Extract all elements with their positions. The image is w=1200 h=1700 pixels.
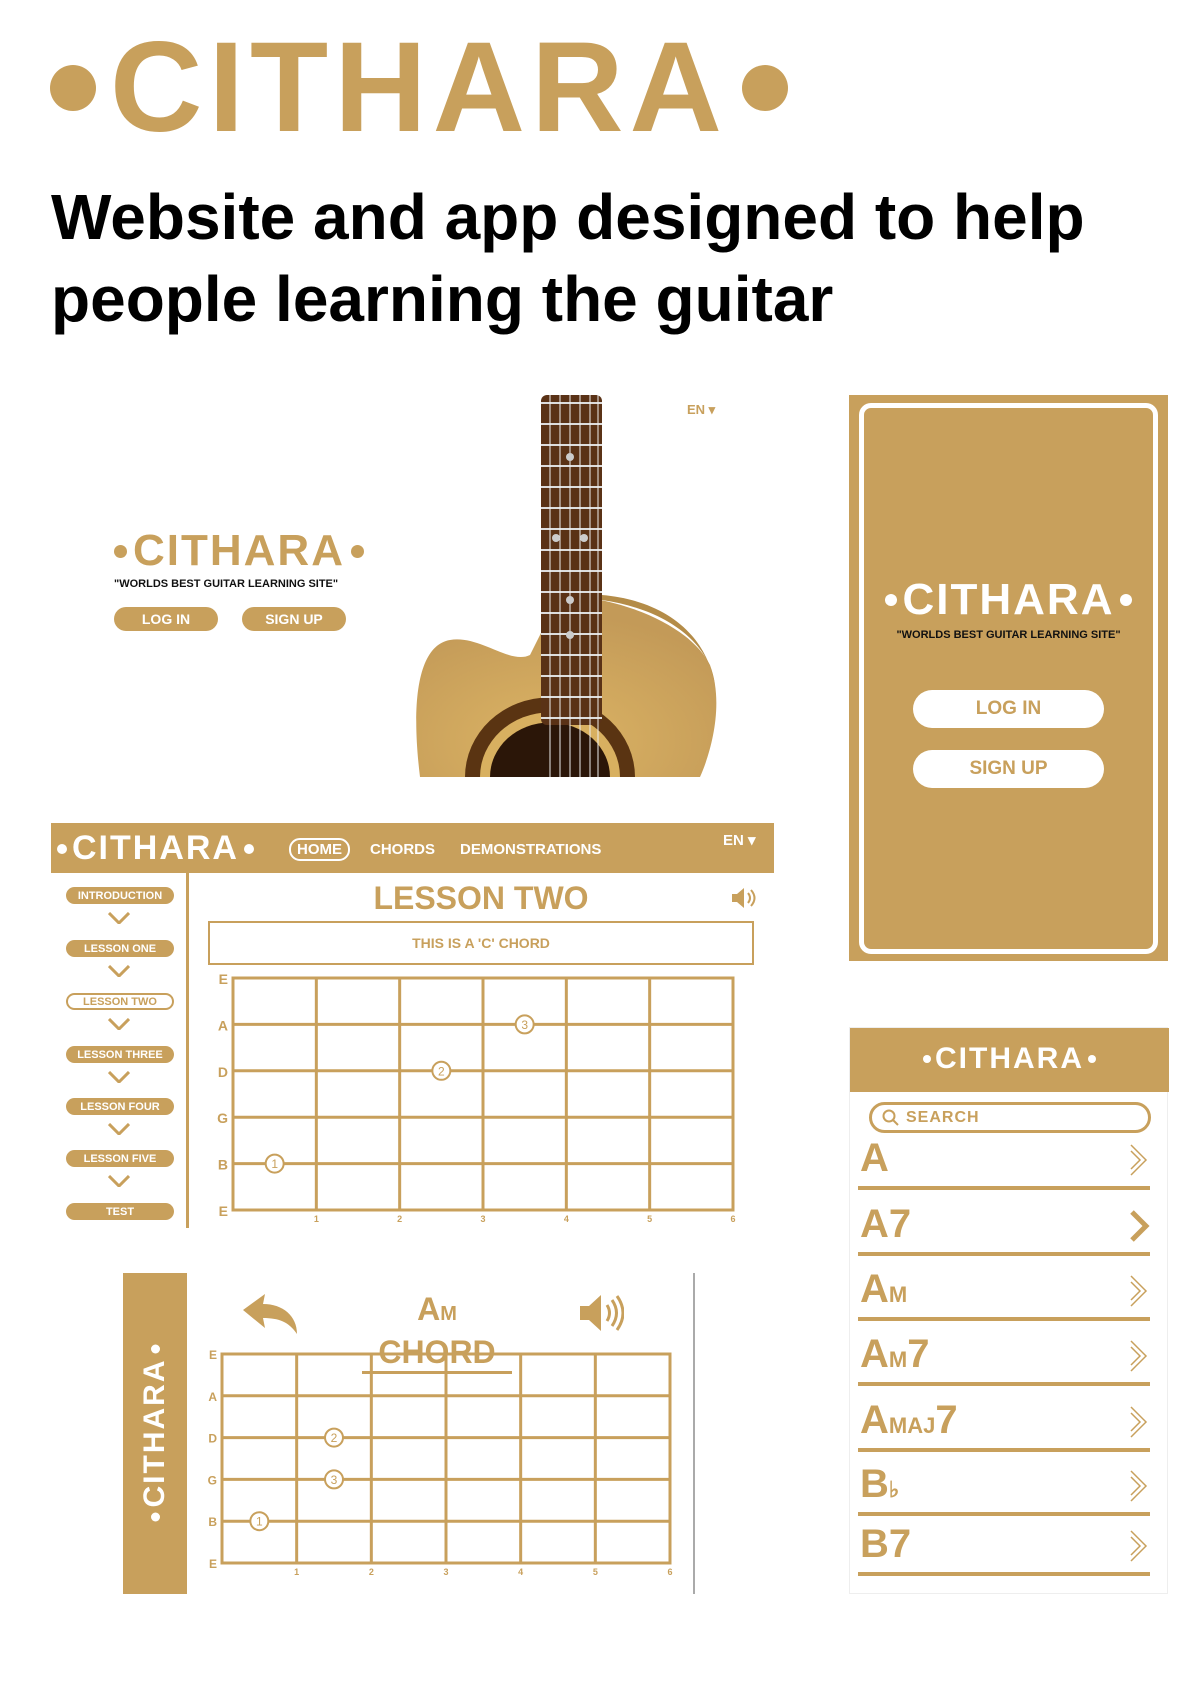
chord-name: AM7 xyxy=(860,1332,930,1376)
finger-number: 2 xyxy=(438,1064,445,1078)
nav-logo[interactable]: CITHARA xyxy=(72,829,239,868)
sidebar-item-lesson-three[interactable]: LESSON THREE xyxy=(66,1046,174,1063)
chord-name: A xyxy=(860,1136,889,1180)
nav-language-select[interactable]: EN ▾ xyxy=(723,831,756,849)
hero-login-button[interactable]: LOG IN xyxy=(114,607,218,631)
fretboard-diagram-lesson: E A D G B E 1 2 3 4 5 6 3 2 1 xyxy=(217,971,735,1224)
speaker-icon[interactable] xyxy=(578,1293,624,1333)
sidebar-item-test[interactable]: TEST xyxy=(66,1203,174,1220)
nav-home[interactable]: HOME xyxy=(289,838,350,861)
chord-name: AMAJ7 xyxy=(860,1398,958,1442)
fret-number: 5 xyxy=(647,1214,652,1224)
string-label: A xyxy=(218,1017,228,1033)
sidebar-item-introduction[interactable]: INTRODUCTION xyxy=(66,887,174,904)
panel-divider xyxy=(693,1273,695,1594)
chevron-down-icon xyxy=(108,1123,130,1135)
chord-view-sidebar: CITHARA xyxy=(123,1273,187,1594)
finger-number: 2 xyxy=(331,1431,338,1445)
finger-number: 1 xyxy=(271,1157,278,1171)
chord-name: B7 xyxy=(860,1522,912,1566)
chevron-right-icon xyxy=(1130,1530,1148,1562)
chevron-right-icon xyxy=(1130,1406,1148,1438)
guitar-illustration xyxy=(416,395,717,777)
lesson-navbar: CITHARA HOME CHORDS DEMONSTRATIONS EN ▾ xyxy=(51,823,774,873)
fret-number: 1 xyxy=(314,1214,319,1224)
nav-chords[interactable]: CHORDS xyxy=(370,841,435,858)
hero-logo: CITHARA xyxy=(114,526,364,576)
lesson-caption: THIS IS A 'C' CHORD xyxy=(208,921,754,965)
fret-number: 2 xyxy=(397,1214,402,1224)
chevron-down-icon xyxy=(108,965,130,977)
sidebar-divider xyxy=(186,873,189,1228)
string-label: B xyxy=(218,1157,228,1173)
mobile-login-button[interactable]: LOG IN xyxy=(913,690,1104,728)
nav-demonstrations[interactable]: DEMONSTRATIONS xyxy=(460,841,601,858)
logo-dot xyxy=(741,64,788,111)
fret-number: 3 xyxy=(443,1567,448,1577)
sidebar-item-lesson-two[interactable]: LESSON TWO xyxy=(66,993,174,1010)
cithara-logo: CITHARA xyxy=(36,14,802,161)
string-label: E xyxy=(209,1348,217,1362)
logo-text: CITHARA xyxy=(110,16,728,159)
chord-name: A7 xyxy=(860,1202,912,1246)
chevron-right-icon xyxy=(1130,1275,1148,1307)
chord-list-item[interactable]: AM7 xyxy=(858,1326,1150,1386)
fret-number: 2 xyxy=(369,1567,374,1577)
finger-number: 1 xyxy=(256,1515,263,1529)
headline: Website and app designed to help people … xyxy=(51,181,1085,335)
fret-number: 3 xyxy=(480,1214,485,1224)
string-label: D xyxy=(218,1064,228,1080)
string-label: D xyxy=(208,1432,217,1446)
fret-number: 5 xyxy=(593,1567,598,1577)
sidebar-item-lesson-four[interactable]: LESSON FOUR xyxy=(66,1098,174,1115)
chevron-down-icon xyxy=(108,1175,130,1187)
string-label: E xyxy=(209,1557,217,1571)
chord-name: B♭ xyxy=(860,1462,900,1506)
string-label: A xyxy=(208,1390,217,1404)
logo-dot xyxy=(50,64,96,111)
chord-list-item[interactable]: AM xyxy=(858,1261,1150,1321)
chevron-right-icon xyxy=(1130,1210,1150,1242)
string-label: G xyxy=(217,1110,228,1126)
lesson-title: LESSON TWO xyxy=(373,880,589,916)
search-icon xyxy=(882,1109,899,1126)
finger-number: 3 xyxy=(331,1473,338,1487)
speaker-icon[interactable] xyxy=(730,886,758,910)
fretboard-diagram-chord: E A D G B E 1 2 3 4 5 6 2 3 1 xyxy=(208,1348,673,1577)
chord-list-item[interactable]: AMAJ7 xyxy=(858,1392,1150,1452)
mobile-login-screen: CITHARA "WORLDS BEST GUITAR LEARNING SIT… xyxy=(849,395,1168,961)
chevron-right-icon xyxy=(1130,1340,1148,1372)
sidebar-item-lesson-one[interactable]: LESSON ONE xyxy=(66,940,174,957)
mobile-logo: CITHARA xyxy=(849,575,1168,625)
mobile-tagline: "WORLDS BEST GUITAR LEARNING SITE" xyxy=(896,629,1121,641)
chord-list-item[interactable]: A xyxy=(858,1130,1150,1190)
string-label: E xyxy=(219,1203,228,1219)
chord-list-item[interactable]: B7 xyxy=(858,1516,1150,1576)
mobile-signup-button[interactable]: SIGN UP xyxy=(913,750,1104,788)
hero-tagline: "WORLDS BEST GUITAR LEARNING SITE" xyxy=(114,578,339,590)
finger-number: 3 xyxy=(521,1018,528,1032)
hero-signup-button[interactable]: SIGN UP xyxy=(242,607,346,631)
fret-number: 6 xyxy=(667,1567,672,1577)
chord-list-logo: CITHARA xyxy=(850,1042,1169,1076)
search-input[interactable]: SEARCH xyxy=(869,1102,1151,1133)
string-label: B xyxy=(208,1515,217,1529)
string-label: G xyxy=(208,1473,217,1487)
chevron-right-icon xyxy=(1130,1144,1148,1176)
sidebar-item-lesson-five[interactable]: LESSON FIVE xyxy=(66,1150,174,1167)
fret-number: 4 xyxy=(564,1214,569,1224)
back-arrow-icon[interactable] xyxy=(243,1294,299,1334)
chord-name: AM xyxy=(860,1267,908,1311)
fret-number: 6 xyxy=(730,1214,735,1224)
search-placeholder: SEARCH xyxy=(906,1108,980,1126)
fret-number: 1 xyxy=(294,1567,299,1577)
chevron-down-icon xyxy=(108,1071,130,1083)
fret-number: 4 xyxy=(518,1567,523,1577)
chord-list-item[interactable]: B♭ xyxy=(858,1456,1150,1516)
chevron-right-icon xyxy=(1130,1470,1148,1502)
chevron-down-icon xyxy=(108,1018,130,1030)
chord-list-item[interactable]: A7 xyxy=(858,1196,1150,1256)
chevron-down-icon xyxy=(108,912,130,924)
string-label: E xyxy=(219,971,228,987)
